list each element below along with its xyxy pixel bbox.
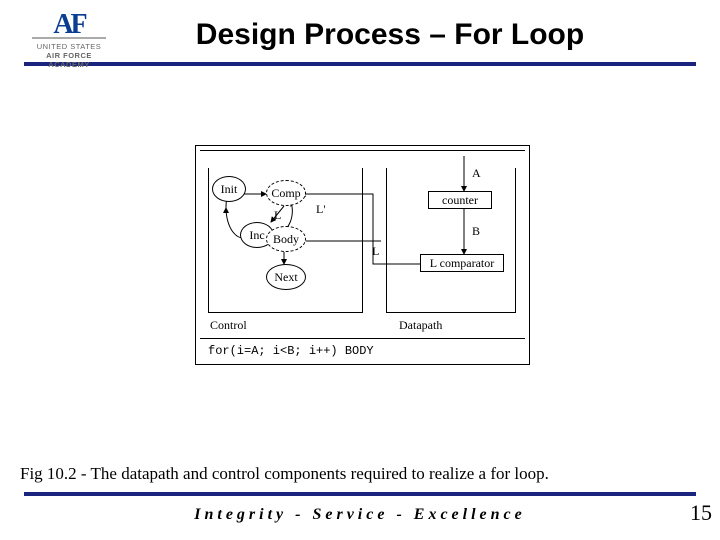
footer-divider xyxy=(24,492,696,496)
footer-motto: Integrity - Service - Excellence xyxy=(0,506,720,524)
label-control: Control xyxy=(210,318,247,333)
header-divider xyxy=(24,62,696,66)
figure-code: for(i=A; i<B; i++) BODY xyxy=(208,344,374,358)
logo-line2: AIR FORCE xyxy=(24,51,114,60)
label-l-right: L xyxy=(372,244,379,259)
state-init: Init xyxy=(212,176,246,202)
label-l-prime: L' xyxy=(316,202,326,217)
label-datapath: Datapath xyxy=(399,318,442,333)
org-logo: AF UNITED STATES AIR FORCE ACADEMY xyxy=(24,14,114,69)
datapath-region xyxy=(386,168,516,313)
logo-line3: ACADEMY xyxy=(24,60,114,69)
logo-line1: UNITED STATES xyxy=(24,42,114,51)
slide-title: Design Process – For Loop xyxy=(24,18,696,62)
state-comp: Comp xyxy=(266,180,306,206)
label-b: B xyxy=(472,224,480,239)
figure-caption: Fig 10.2 - The datapath and control comp… xyxy=(20,464,549,484)
state-next: Next xyxy=(266,264,306,290)
page-number: 15 xyxy=(690,500,712,526)
figure-container: Init Comp Inc Body Next counter L compar… xyxy=(195,145,530,365)
figure-mid-rule xyxy=(200,338,525,339)
label-l-left: L xyxy=(274,208,281,223)
block-comparator: L comparator xyxy=(420,254,504,272)
figure-top-rule xyxy=(200,150,525,151)
block-counter: counter xyxy=(428,191,492,209)
logo-monogram: AF xyxy=(24,14,114,35)
label-a: A xyxy=(472,166,481,181)
state-body: Body xyxy=(266,226,306,252)
